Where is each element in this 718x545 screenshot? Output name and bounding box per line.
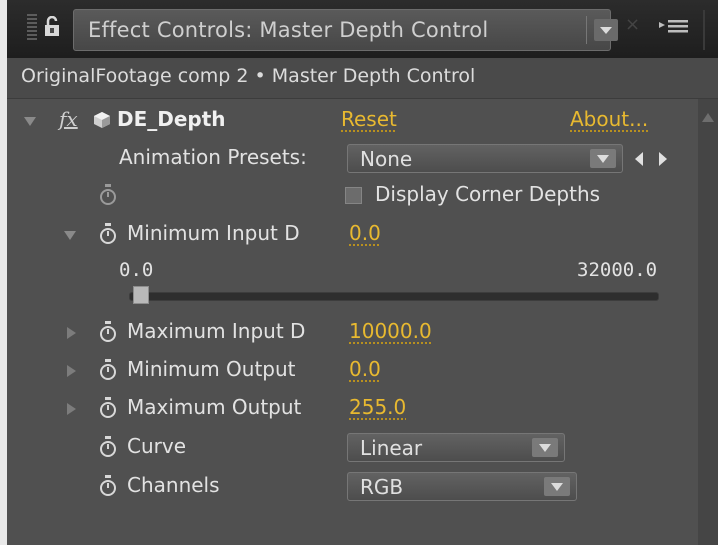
effect-icon <box>94 112 110 128</box>
dropdown-arrow-icon <box>544 477 570 496</box>
twirl-closed-icon[interactable] <box>67 327 76 339</box>
vertical-scrollbar[interactable] <box>698 99 718 545</box>
lock-icon[interactable] <box>43 16 65 38</box>
stopwatch-icon[interactable] <box>99 436 117 458</box>
twirl-open-icon[interactable] <box>24 117 36 126</box>
animation-presets-label: Animation Presets: <box>119 145 307 169</box>
channels-row: Channels RGB <box>7 468 698 506</box>
twirl-closed-icon[interactable] <box>67 365 76 377</box>
panel-grip-handle[interactable] <box>27 14 37 42</box>
minimum-output-row: Minimum Output 0.0 <box>7 352 698 390</box>
twirl-closed-icon[interactable] <box>67 403 76 415</box>
reset-button[interactable]: Reset <box>341 107 397 131</box>
stopwatch-icon[interactable] <box>99 475 117 497</box>
effect-controls-panel: Effect Controls: Master Depth Control × … <box>7 0 718 545</box>
maximum-output-value[interactable]: 255.0 <box>349 395 406 419</box>
channels-label: Channels <box>127 473 220 497</box>
channels-dropdown[interactable]: RGB <box>347 472 577 501</box>
close-icon[interactable]: × <box>625 14 640 35</box>
maximum-input-row: Maximum Input D 10000.0 <box>7 314 698 352</box>
minimum-input-slider-thumb[interactable] <box>133 286 149 304</box>
minimum-input-slider-track[interactable] <box>129 292 659 301</box>
animation-presets-dropdown[interactable]: None <box>347 144 623 173</box>
curve-value: Linear <box>360 436 423 460</box>
maximum-input-label: Maximum Input D <box>127 319 306 343</box>
tab-bar-divider <box>703 10 705 50</box>
minimum-input-label: Minimum Input D <box>127 221 300 245</box>
stopwatch-icon[interactable] <box>99 397 117 419</box>
dropdown-arrow-icon <box>590 149 616 168</box>
stopwatch-icon[interactable] <box>99 321 117 343</box>
tab-menu-arrow-icon[interactable] <box>594 19 618 41</box>
curve-row: Curve Linear <box>7 429 698 467</box>
effect-header-row: fx DE_Depth Reset About... <box>7 102 698 140</box>
effect-properties: fx DE_Depth Reset About... Animation Pre… <box>7 99 698 545</box>
slider-min-label: 0.0 <box>119 259 154 281</box>
minimum-output-label: Minimum Output <box>127 357 296 381</box>
maximum-output-row: Maximum Output 255.0 <box>7 390 698 428</box>
menu-icon[interactable] <box>655 12 695 42</box>
scroll-up-icon[interactable] <box>702 113 714 122</box>
effect-name: DE_Depth <box>117 107 226 131</box>
preset-nav-arrows-icon[interactable] <box>631 148 675 170</box>
tab-effect-controls[interactable]: Effect Controls: Master Depth Control <box>73 9 618 51</box>
about-button[interactable]: About... <box>570 107 648 131</box>
curve-dropdown[interactable]: Linear <box>347 433 565 462</box>
minimum-input-row: Minimum Input D 0.0 <box>7 216 698 254</box>
channels-value: RGB <box>360 475 404 499</box>
twirl-open-icon[interactable] <box>64 231 76 240</box>
display-corner-depths-checkbox[interactable] <box>345 187 362 204</box>
dropdown-arrow-icon <box>532 438 558 457</box>
stopwatch-icon[interactable] <box>99 184 117 206</box>
maximum-output-label: Maximum Output <box>127 395 302 419</box>
display-corner-depths-label: Display Corner Depths <box>375 182 601 206</box>
panel-tab-bar: Effect Controls: Master Depth Control × <box>7 0 718 58</box>
minimum-input-value[interactable]: 0.0 <box>349 221 381 245</box>
fx-icon[interactable]: fx <box>59 107 78 131</box>
display-corner-depths-row: Display Corner Depths <box>7 177 698 215</box>
stopwatch-icon[interactable] <box>99 223 117 245</box>
minimum-output-value[interactable]: 0.0 <box>349 357 381 381</box>
breadcrumb-text: OriginalFootage comp 2 • Master Depth Co… <box>21 65 476 87</box>
maximum-input-value[interactable]: 10000.0 <box>349 319 432 343</box>
curve-label: Curve <box>127 434 187 458</box>
tab-separator <box>586 16 587 44</box>
slider-max-label: 32000.0 <box>577 259 658 281</box>
stopwatch-icon[interactable] <box>99 359 117 381</box>
breadcrumb: OriginalFootage comp 2 • Master Depth Co… <box>7 58 718 99</box>
tab-title: Effect Controls: Master Depth Control <box>88 18 489 42</box>
animation-presets-value: None <box>360 147 413 171</box>
animation-presets-row: Animation Presets: None <box>7 140 698 178</box>
